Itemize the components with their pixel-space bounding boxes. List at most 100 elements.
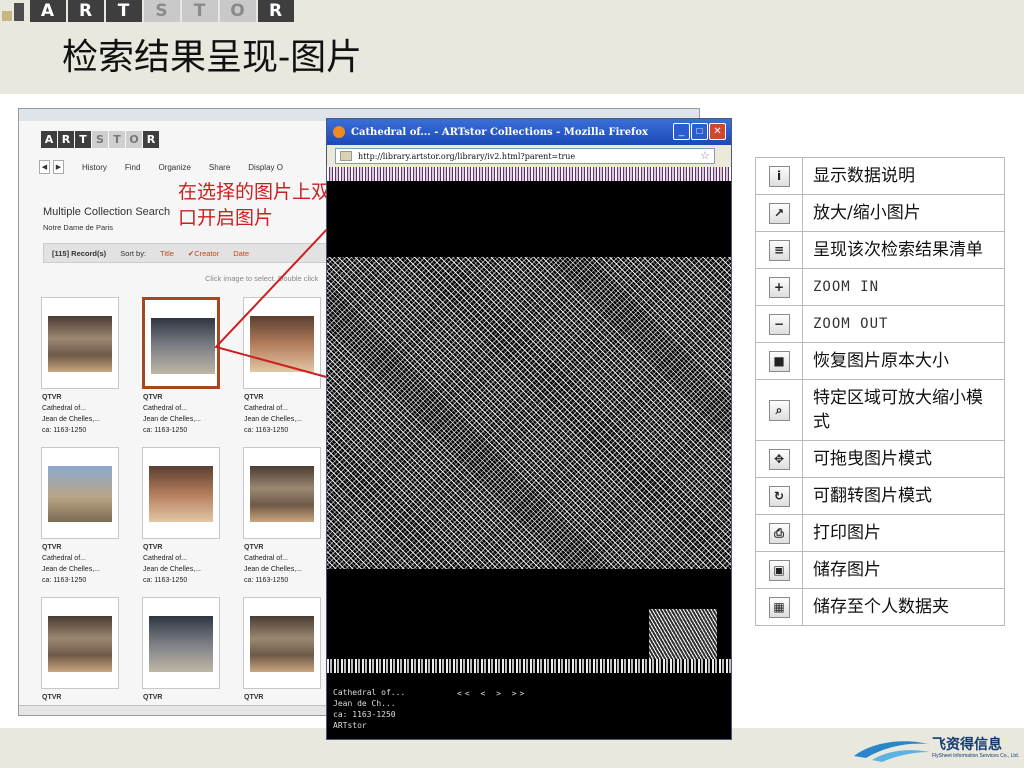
sort-date[interactable]: Date [233, 249, 249, 258]
info-icon: i [768, 165, 790, 187]
legend-row: ▣ 储存图片 [755, 551, 1005, 589]
search-query: Notre Dame de Paris [43, 223, 114, 232]
logo-letter: A [41, 131, 57, 148]
legend-row: ✥ 可拖曳图片模式 [755, 440, 1005, 478]
logo-letter: T [109, 131, 125, 148]
nav-organize[interactable]: Organize [158, 163, 190, 172]
result-thumbnail[interactable] [41, 597, 119, 689]
nav-find[interactable]: Find [125, 163, 141, 172]
legend-row: i 显示数据说明 [755, 157, 1005, 195]
legend-label: 放大/缩小图片 [802, 194, 1005, 232]
result-thumbnail[interactable] [243, 447, 321, 539]
legend-label: 打印图片 [802, 514, 1005, 552]
results-bar: [115] Record(s) Sort by: Title ✔Creator … [43, 243, 343, 263]
viewer-tool-icons[interactable] [327, 659, 731, 673]
zoom-in-icon: + [768, 276, 790, 298]
result-thumbnail[interactable] [41, 297, 119, 389]
result-thumbnail-selected[interactable] [142, 297, 220, 389]
bookmark-star-icon[interactable]: ☆ [700, 149, 710, 162]
artstor-logo: A R T S T O R [41, 131, 160, 148]
forward-arrow-icon[interactable]: ▶ [53, 160, 64, 174]
sort-label: Sort by: [120, 248, 147, 258]
callout-line-1: 在选择的图片上双击滑鼠可打开新窗 [178, 179, 482, 205]
result-thumbnail[interactable] [243, 597, 321, 689]
slide-title: 检索结果呈现-图片 [62, 37, 363, 78]
brand-letter: S [144, 0, 180, 22]
save-icon: ▣ [768, 559, 790, 581]
legend-row: ↗ 放大/缩小图片 [755, 194, 1005, 232]
legend-row: ⎙ 打印图片 [755, 514, 1005, 552]
brand-letter: A [30, 0, 66, 22]
list-icon: ≡ [768, 239, 790, 261]
print-icon: ⎙ [768, 522, 790, 544]
legend-label: 呈现该次检索结果清单 [802, 231, 1005, 269]
legend-row: ↻ 可翻转图片模式 [755, 477, 1005, 515]
image-viewer-popup: Cathedral of... - ARTstor Collections - … [326, 118, 732, 740]
record-count: [115] Record(s) [52, 248, 107, 258]
brand-letter: T [182, 0, 218, 22]
image-metadata: Cathedral of... Jean de Ch... ca: 1163-1… [333, 687, 723, 731]
legend-label: 储存图片 [802, 551, 1005, 589]
sort-title[interactable]: Title [160, 249, 174, 258]
nav-display[interactable]: Display O [248, 163, 283, 172]
meta-source: ARTstor [333, 721, 367, 730]
legend-row: − ZOOM OUT [755, 305, 1005, 343]
firefox-icon [333, 126, 345, 138]
rotate-icon: ↻ [768, 485, 790, 507]
company-name: 飞资得信息 [932, 737, 1002, 753]
result-thumbnail[interactable] [142, 597, 220, 689]
popup-title: Cathedral of... - ARTstor Collections - … [351, 126, 648, 138]
logo-letter: T [75, 131, 91, 148]
result-caption: QTVR [143, 694, 163, 701]
enlarge-icon: ↗ [768, 202, 790, 224]
meta-title: Cathedral of... [333, 688, 406, 697]
result-thumbnail[interactable] [142, 447, 220, 539]
tool-legend-table: i 显示数据说明 ↗ 放大/缩小图片 ≡ 呈现该次检索结果清单 + ZOOM I… [755, 157, 1005, 626]
zoom-out-icon: − [768, 313, 790, 335]
logo-letter: R [143, 131, 159, 148]
legend-label: 储存至个人数据夹 [802, 588, 1005, 626]
logo-letter: S [92, 131, 108, 148]
nav-share[interactable]: Share [209, 163, 230, 172]
image-pager[interactable]: << < > >> [457, 689, 527, 698]
sort-creator[interactable]: ✔Creator [188, 249, 219, 258]
logo-letter: R [58, 131, 74, 148]
search-title: Multiple Collection Search [43, 206, 171, 218]
legend-label: 可拖曳图片模式 [802, 440, 1005, 478]
meta-date: ca: 1163-1250 [333, 710, 396, 719]
result-caption: QTVR Cathedral of... Jean de Chelles,... ca… [143, 544, 201, 584]
legend-label: 恢复图片原本大小 [802, 342, 1005, 380]
logo-letter: O [126, 131, 142, 148]
result-caption: QTVR Cathedral of... Jean de Chelles,... ca… [244, 394, 302, 434]
legend-label: 显示数据说明 [802, 157, 1005, 195]
result-thumbnail[interactable] [41, 447, 119, 539]
viewer-toolbar [327, 167, 731, 181]
result-caption: QTVR [42, 694, 62, 701]
artstor-toolbar: ◀ ▶ History Find Organize Share Display … [39, 157, 359, 177]
artstor-brand-logo: A R T S T O R [0, 0, 296, 22]
result-thumbnail[interactable] [243, 297, 321, 389]
address-bar: http://library.artstor.org/library/iv2.h… [327, 145, 731, 167]
back-arrow-icon[interactable]: ◀ [39, 160, 50, 174]
drag-icon: ✥ [768, 448, 790, 470]
result-caption: QTVR [244, 694, 264, 701]
minimize-button[interactable]: _ [673, 123, 690, 140]
brand-letter: R [258, 0, 294, 22]
maximize-button[interactable]: □ [691, 123, 708, 140]
selection-hint: Click image to select. Double click [205, 274, 319, 283]
callout-line-2: 口开启图片 [178, 207, 274, 229]
nav-history[interactable]: History [82, 163, 107, 172]
region-zoom-icon: ⌕ [768, 399, 790, 421]
brand-letter: R [68, 0, 104, 22]
url-field[interactable]: http://library.artstor.org/library/iv2.h… [335, 148, 715, 164]
result-caption: QTVR Cathedral of... Jean de Chelles,... ca… [42, 544, 100, 584]
legend-label: 特定区域可放大缩小模式 [802, 379, 1005, 441]
save-folder-icon: ▦ [768, 596, 790, 618]
close-button[interactable]: ✕ [709, 123, 726, 140]
popup-titlebar: Cathedral of... - ARTstor Collections - … [327, 119, 731, 145]
cathedral-image-overlay [327, 257, 731, 569]
legend-row: ⌕ 特定区域可放大缩小模式 [755, 379, 1005, 441]
legend-row: + ZOOM IN [755, 268, 1005, 306]
original-size-icon: ■ [768, 350, 790, 372]
legend-row: ▦ 储存至个人数据夹 [755, 588, 1005, 626]
